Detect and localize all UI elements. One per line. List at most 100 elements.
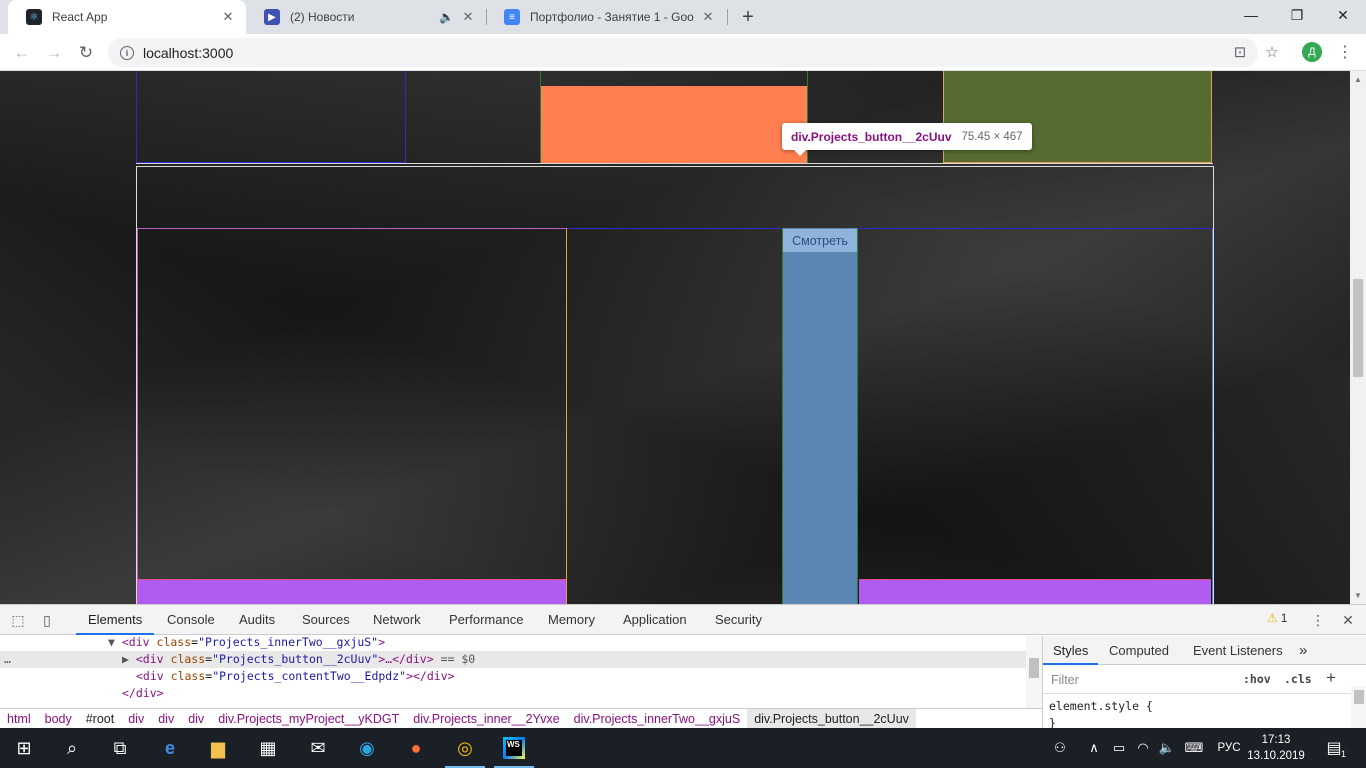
scrollbar-thumb[interactable] (1354, 690, 1364, 704)
breadcrumb-item[interactable]: div (181, 709, 211, 730)
tab-portfolio[interactable]: ≡ Портфолио - Занятие 1 - Google ✕ (486, 0, 726, 34)
button-content-highlight[interactable]: Смотреть (783, 229, 857, 252)
action-center-icon[interactable]: ▤ 1 (1322, 736, 1346, 760)
scroll-up-icon[interactable]: ▲ (1354, 75, 1362, 84)
dom-node-line-selected[interactable]: … ▶ <div class="Projects_button__2cUuv">… (0, 651, 1026, 668)
devtools-tab-performance[interactable]: Performance (449, 605, 523, 635)
left-violet-bar (138, 579, 566, 604)
element-style-rule[interactable]: element.style { } (1049, 698, 1153, 732)
breadcrumb-item[interactable]: body (38, 709, 79, 730)
devtools-tab-audits[interactable]: Audits (239, 605, 275, 635)
page-scrollbar[interactable]: ▲ ▼ (1350, 71, 1366, 604)
devtools-panel: ⬚ ▯ Elements Console Audits Sources Netw… (0, 604, 1366, 730)
maximize-button[interactable]: ❐ (1274, 0, 1320, 30)
volume-icon[interactable]: 🔈 (1156, 728, 1178, 768)
wifi-icon[interactable]: ◠ (1132, 728, 1154, 768)
webstorm-logo: WS (503, 737, 525, 759)
devtools-tab-application[interactable]: Application (623, 605, 687, 635)
styles-scrollbar[interactable] (1351, 686, 1366, 729)
keyboard-icon[interactable]: ⌨ (1182, 728, 1206, 768)
avatar[interactable]: Д (1302, 42, 1322, 62)
styles-filter-input[interactable]: Filter (1049, 670, 1232, 690)
clock[interactable]: 17:13 13.10.2019 (1246, 732, 1306, 764)
tab-close-icon[interactable]: ✕ (220, 9, 236, 25)
devtools-menu-icon[interactable]: ⋮ (1308, 610, 1328, 630)
breadcrumb-item[interactable]: div (151, 709, 181, 730)
hov-toggle[interactable]: :hov (1243, 672, 1271, 686)
windows-start-icon[interactable]: ⊞ (0, 728, 48, 768)
elements-tree: ▼ <div class="Projects_innerTwo__gxjuS">… (0, 636, 1042, 708)
devtools-close-icon[interactable]: ✕ (1338, 610, 1358, 630)
scrollbar-thumb[interactable] (1029, 658, 1039, 678)
telegram-icon[interactable]: ◉ (343, 728, 391, 768)
styles-tab-event-listeners[interactable]: Event Listeners (1193, 636, 1283, 665)
minimize-button[interactable]: — (1228, 0, 1274, 30)
tab-news[interactable]: ▶ (2) Новости 🔈 ✕ (246, 0, 486, 34)
devtools-tab-sources[interactable]: Sources (302, 605, 350, 635)
close-window-button[interactable]: ✕ (1320, 0, 1366, 30)
scrollbar-thumb[interactable] (1353, 279, 1363, 377)
devtools-tab-network[interactable]: Network (373, 605, 421, 635)
menu-icon[interactable]: ⋮ (1334, 41, 1356, 63)
tooltip-dimensions: 75.45 × 467 (961, 130, 1023, 143)
styles-tab-styles[interactable]: Styles (1043, 636, 1099, 665)
breadcrumb-item[interactable]: div.Projects_inner__2Yvxe (406, 709, 566, 730)
dom-node-line[interactable]: <div class="Projects_contentTwo__Edpdz">… (0, 668, 1026, 685)
dom-node-line[interactable]: ▼ <div class="Projects_innerTwo__gxjuS"> (0, 636, 1026, 651)
firefox-icon[interactable]: ● (392, 728, 440, 768)
mail-icon[interactable]: ✉ (294, 728, 342, 768)
devtools-tab-memory[interactable]: Memory (548, 605, 595, 635)
tray-expand-icon[interactable]: ∧ (1084, 728, 1104, 768)
reload-icon[interactable]: ↻ (72, 39, 100, 67)
collapse-arrow-icon[interactable]: ▶ (122, 652, 129, 666)
speaker-icon[interactable]: 🔈 (439, 10, 454, 24)
devtools-tab-security[interactable]: Security (715, 605, 762, 635)
inspected-button-highlight[interactable] (782, 228, 858, 604)
devtools-tab-console[interactable]: Console (167, 605, 215, 635)
edge-icon[interactable]: e (146, 728, 194, 768)
info-icon[interactable]: i (120, 45, 134, 60)
tab-close-icon[interactable]: ✕ (700, 9, 716, 25)
tab-react-app[interactable]: ⚛ React App ✕ (8, 0, 246, 34)
right-violet-bar (859, 579, 1211, 604)
device-toolbar-icon[interactable]: ▯ (37, 610, 57, 630)
language-indicator[interactable]: РУС (1212, 728, 1246, 768)
address-bar[interactable]: i localhost:3000 (108, 38, 1258, 67)
elements-scrollbar[interactable] (1026, 636, 1042, 708)
breadcrumb-item[interactable]: div.Projects_innerTwo__gxjuS (567, 709, 748, 730)
inspect-element-icon[interactable]: ⬚ (8, 610, 28, 630)
devtools-tab-elements[interactable]: Elements (76, 605, 155, 635)
star-icon[interactable]: ☆ (1261, 41, 1283, 63)
styles-more-icon[interactable]: » (1299, 636, 1307, 665)
forward-icon[interactable]: → (40, 39, 68, 67)
tab-close-icon[interactable]: ✕ (460, 9, 476, 25)
search-icon[interactable]: ⌕ (48, 728, 96, 768)
dom-attr-name: class (170, 669, 206, 683)
breadcrumb-item-active[interactable]: div.Projects_button__2cUuv (747, 708, 916, 730)
view-button-label: Смотреть (792, 233, 848, 248)
dom-node-line[interactable]: </div> (0, 685, 1026, 702)
file-explorer-icon[interactable]: ▆ (194, 728, 242, 768)
breadcrumb-item[interactable]: #root (79, 709, 122, 730)
battery-icon[interactable]: ▭ (1108, 728, 1130, 768)
webstorm-icon[interactable]: WS (490, 728, 538, 768)
people-icon[interactable]: ⚇ (1048, 728, 1072, 768)
scroll-down-icon[interactable]: ▼ (1354, 591, 1362, 600)
styles-tab-computed[interactable]: Computed (1109, 636, 1169, 665)
store-icon[interactable]: ▦ (244, 728, 292, 768)
task-view-icon[interactable]: ⧉ (96, 728, 144, 768)
tooltip-arrow (794, 150, 806, 156)
translate-icon[interactable]: ⊡ (1229, 41, 1251, 63)
breadcrumb-item[interactable]: html (0, 709, 38, 730)
warnings-counter[interactable]: ⚠ 1 (1267, 611, 1287, 625)
new-style-rule-button[interactable]: + (1326, 668, 1336, 688)
breadcrumb-item[interactable]: div.Projects_myProject__yKDGT (211, 709, 406, 730)
new-tab-button[interactable]: + (736, 5, 760, 29)
cls-toggle[interactable]: .cls (1284, 672, 1312, 686)
devtools-tab-bar: ⬚ ▯ Elements Console Audits Sources Netw… (0, 605, 1366, 635)
back-icon[interactable]: ← (8, 39, 36, 67)
breadcrumb-item[interactable]: div (121, 709, 151, 730)
gutter-dots[interactable]: … (4, 651, 11, 668)
expand-arrow-icon[interactable]: ▼ (108, 636, 115, 649)
chrome-icon[interactable]: ◎ (441, 728, 489, 768)
